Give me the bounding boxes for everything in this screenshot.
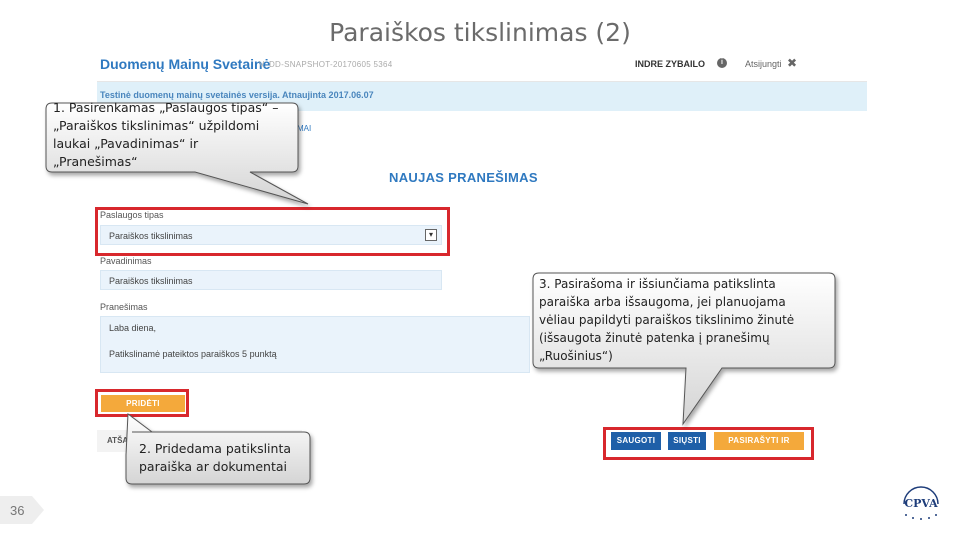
callout-2-text: 2. Pridedama patikslinta paraiška ar dok… bbox=[139, 440, 291, 476]
callout-3-line-2: paraiška arba išsaugoma, jei planuojama bbox=[539, 295, 786, 309]
callout-3-text: 3. Pasirašoma ir išsiunčiama patikslinta… bbox=[539, 275, 794, 365]
callout-2-line-1: 2. Pridedama patikslinta bbox=[139, 441, 292, 456]
callout-1-line-2: „Paraiškos tikslinimas“ užpildomi bbox=[53, 118, 260, 133]
callout-1-line-1: 1. Pasirenkamas „Paslaugos tipas“ – bbox=[53, 100, 279, 115]
callout-3-line-5: „Ruošinius“) bbox=[539, 349, 613, 363]
page-number: 36 bbox=[10, 503, 25, 518]
callout-1-line-3: laukai „Pavadinimas“ ir bbox=[53, 136, 199, 151]
callout-1-line-4: „Pranešimas“ bbox=[53, 154, 138, 169]
callout-3-line-3: vėliau papildyti paraiškos tikslinimo ži… bbox=[539, 313, 795, 327]
cpva-logo-icon: CPVA bbox=[903, 486, 939, 520]
svg-text:CPVA: CPVA bbox=[904, 497, 938, 510]
callout-3-line-4: (išsaugota žinutė patenka į pranešimų bbox=[539, 331, 770, 345]
callout-3-line-1: 3. Pasirašoma ir išsiunčiama patikslinta bbox=[539, 277, 776, 291]
callout-2-line-2: paraiška ar dokumentai bbox=[139, 459, 287, 474]
callout-1-text: 1. Pasirenkamas „Paslaugos tipas“ – „Par… bbox=[53, 99, 278, 171]
